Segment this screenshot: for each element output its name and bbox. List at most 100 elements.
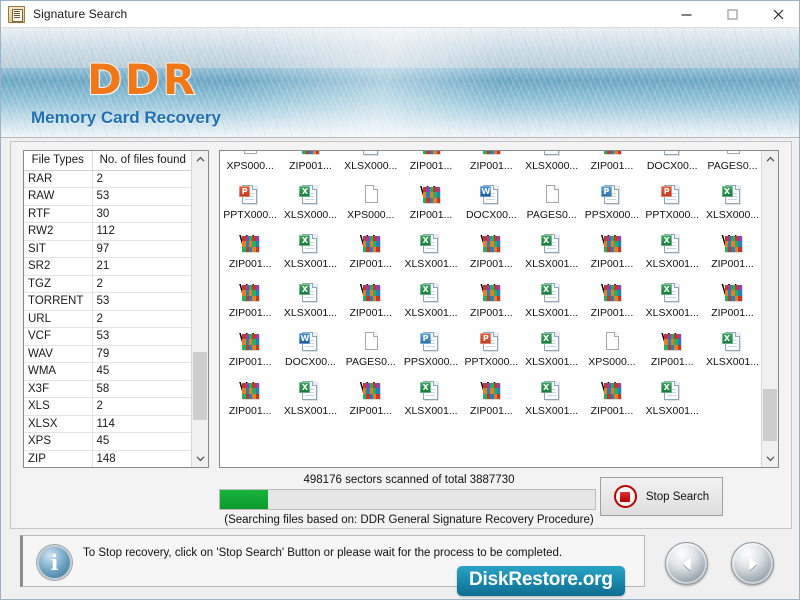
table-row[interactable]: RAR 2	[24, 170, 192, 188]
file-grid-item[interactable]: W DOCX00...	[280, 325, 340, 374]
file-grid-item[interactable]: P PPSX000...	[401, 325, 461, 374]
file-grid-item[interactable]: X XLSX001...	[642, 374, 702, 423]
scan-progress-fill	[220, 490, 268, 509]
app-banner: DDR Memory Card Recovery	[1, 28, 799, 138]
stop-search-button[interactable]: Stop Search	[600, 477, 723, 516]
file-grid-item[interactable]: W ZIP001...	[582, 227, 642, 276]
file-grid-item[interactable]: W ZIP001...	[401, 151, 461, 178]
table-row[interactable]: WMA 45	[24, 362, 192, 381]
file-grid-item[interactable]: X XLSX001...	[401, 276, 461, 325]
table-row[interactable]: SIT 97	[24, 240, 192, 258]
table-row[interactable]: VCF 53	[24, 327, 192, 346]
file-grid-item[interactable]: X XLSX000...	[521, 151, 581, 178]
file-grid-item-label: XLSX001...	[705, 356, 760, 368]
table-row[interactable]: XPS 45	[24, 432, 192, 451]
file-grid-item-label: XLSX000...	[283, 209, 337, 221]
file-grid-item[interactable]: PAGES0...	[341, 325, 401, 374]
file-grid-item[interactable]: P PPTX000...	[642, 178, 702, 227]
file-grid-item[interactable]: W ZIP001...	[220, 374, 280, 423]
brand-badge[interactable]: DiskRestore.org	[457, 566, 625, 596]
table-row[interactable]: ZIP 148	[24, 450, 192, 467]
file-grid-item[interactable]: W ZIP001...	[401, 178, 461, 227]
file-grid-item[interactable]: W DOCX00...	[461, 178, 521, 227]
file-grid-item[interactable]: W ZIP001...	[702, 227, 761, 276]
xlsx-file-icon: X	[661, 282, 683, 304]
maximize-icon[interactable]	[709, 1, 755, 28]
file-grid-item[interactable]: W ZIP001...	[220, 276, 280, 325]
file-grid-item[interactable]: W ZIP001...	[461, 227, 521, 276]
file-grid-item[interactable]: X XLSX001...	[401, 374, 461, 423]
file-grid-item[interactable]: X XLSX001...	[521, 374, 581, 423]
file-grid-item-label: DOCX00...	[285, 356, 336, 368]
file-grid-item[interactable]: X XLSX001...	[280, 227, 340, 276]
table-row[interactable]: TGZ 2	[24, 275, 192, 293]
file-grid-item[interactable]: X XLSX001...	[642, 227, 702, 276]
cell-file-type: TGZ	[24, 275, 93, 293]
column-header-file-types[interactable]: File Types	[24, 151, 93, 171]
cell-files-found: 53	[92, 327, 192, 346]
file-grid-item[interactable]: X XLSX000...	[702, 178, 761, 227]
file-grid-item[interactable]: W ZIP001...	[461, 374, 521, 423]
table-row[interactable]: WAV 79	[24, 345, 192, 363]
close-icon[interactable]	[755, 1, 799, 28]
table-row[interactable]: URL 2	[24, 310, 192, 328]
column-header-files-found[interactable]: No. of files found	[92, 151, 192, 171]
file-grid-item[interactable]: P PPTX000...	[220, 178, 280, 227]
file-grid-item[interactable]: X XLSX001...	[521, 227, 581, 276]
file-grid-item-label: PPTX000...	[464, 356, 519, 368]
table-row[interactable]: TORRENT 53	[24, 292, 192, 311]
file-grid-item[interactable]: X XLSX001...	[642, 276, 702, 325]
minimize-icon[interactable]	[663, 1, 709, 28]
scrollbar-thumb[interactable]	[193, 352, 208, 420]
file-grid-item[interactable]: W ZIP001...	[582, 151, 642, 178]
file-grid-item[interactable]: XPS000...	[220, 151, 280, 178]
found-files-scrollbar[interactable]	[761, 151, 778, 467]
file-grid-item[interactable]: PAGES0...	[521, 178, 581, 227]
file-grid-item[interactable]: PAGES0...	[702, 151, 761, 178]
file-grid-item[interactable]: W ZIP001...	[280, 151, 340, 178]
file-grid-item[interactable]: XPS000...	[341, 178, 401, 227]
file-grid-item[interactable]: W ZIP001...	[582, 276, 642, 325]
file-grid-item[interactable]: X XLSX001...	[521, 276, 581, 325]
file-grid-item[interactable]: X XLSX001...	[702, 325, 761, 374]
file-grid-item[interactable]: W ZIP001...	[582, 374, 642, 423]
file-grid-item[interactable]: P PPTX000...	[461, 325, 521, 374]
file-grid-item[interactable]: W ZIP001...	[461, 151, 521, 178]
table-row[interactable]: RAW 53	[24, 187, 192, 206]
grid-scroll-up-icon[interactable]	[762, 151, 778, 168]
previous-arrow-icon[interactable]	[665, 542, 708, 585]
next-arrow-icon[interactable]	[731, 542, 774, 585]
file-grid-item[interactable]: P PPSX000...	[582, 178, 642, 227]
file-grid-item[interactable]: XPS000...	[582, 325, 642, 374]
file-grid-item[interactable]: W ZIP001...	[461, 276, 521, 325]
file-grid-item[interactable]: W ZIP001...	[341, 276, 401, 325]
table-row[interactable]: XLS 2	[24, 397, 192, 416]
scroll-down-icon[interactable]	[192, 450, 208, 467]
file-types-scrollbar[interactable]	[191, 151, 208, 467]
file-grid-item[interactable]: X XLSX000...	[341, 151, 401, 178]
file-grid-item[interactable]: W ZIP001...	[341, 374, 401, 423]
table-row[interactable]: XLSX 114	[24, 415, 192, 433]
table-row[interactable]: X3F 58	[24, 380, 192, 398]
file-grid-item[interactable]: X XLSX001...	[521, 325, 581, 374]
table-row[interactable]: RW2 112	[24, 222, 192, 241]
table-row[interactable]: RTF 30	[24, 205, 192, 223]
xlsx-file-icon: X	[540, 233, 563, 255]
file-grid-item[interactable]: X XLSX001...	[280, 374, 340, 423]
file-grid-item[interactable]: X XLSX001...	[280, 276, 340, 325]
app-document-icon	[8, 5, 25, 23]
found-files-view[interactable]: XPS000... W ZIP001... X XLSX000... W ZIP001...…	[220, 151, 761, 467]
file-grid-item[interactable]: W ZIP001...	[642, 325, 702, 374]
file-grid-item[interactable]: W ZIP001...	[220, 227, 280, 276]
grid-scroll-down-icon[interactable]	[762, 450, 778, 467]
cell-files-found: 79	[92, 345, 192, 363]
grid-scrollbar-thumb[interactable]	[763, 389, 778, 441]
table-row[interactable]: SR2 21	[24, 257, 192, 276]
file-grid-item[interactable]: W ZIP001...	[220, 325, 280, 374]
file-grid-item[interactable]: X XLSX001...	[401, 227, 461, 276]
file-grid-item[interactable]: X XLSX000...	[280, 178, 340, 227]
file-grid-item[interactable]: W ZIP001...	[341, 227, 401, 276]
file-grid-item[interactable]: W DOCX00...	[642, 151, 702, 178]
scroll-up-icon[interactable]	[192, 151, 208, 168]
file-grid-item[interactable]: W ZIP001...	[702, 276, 761, 325]
